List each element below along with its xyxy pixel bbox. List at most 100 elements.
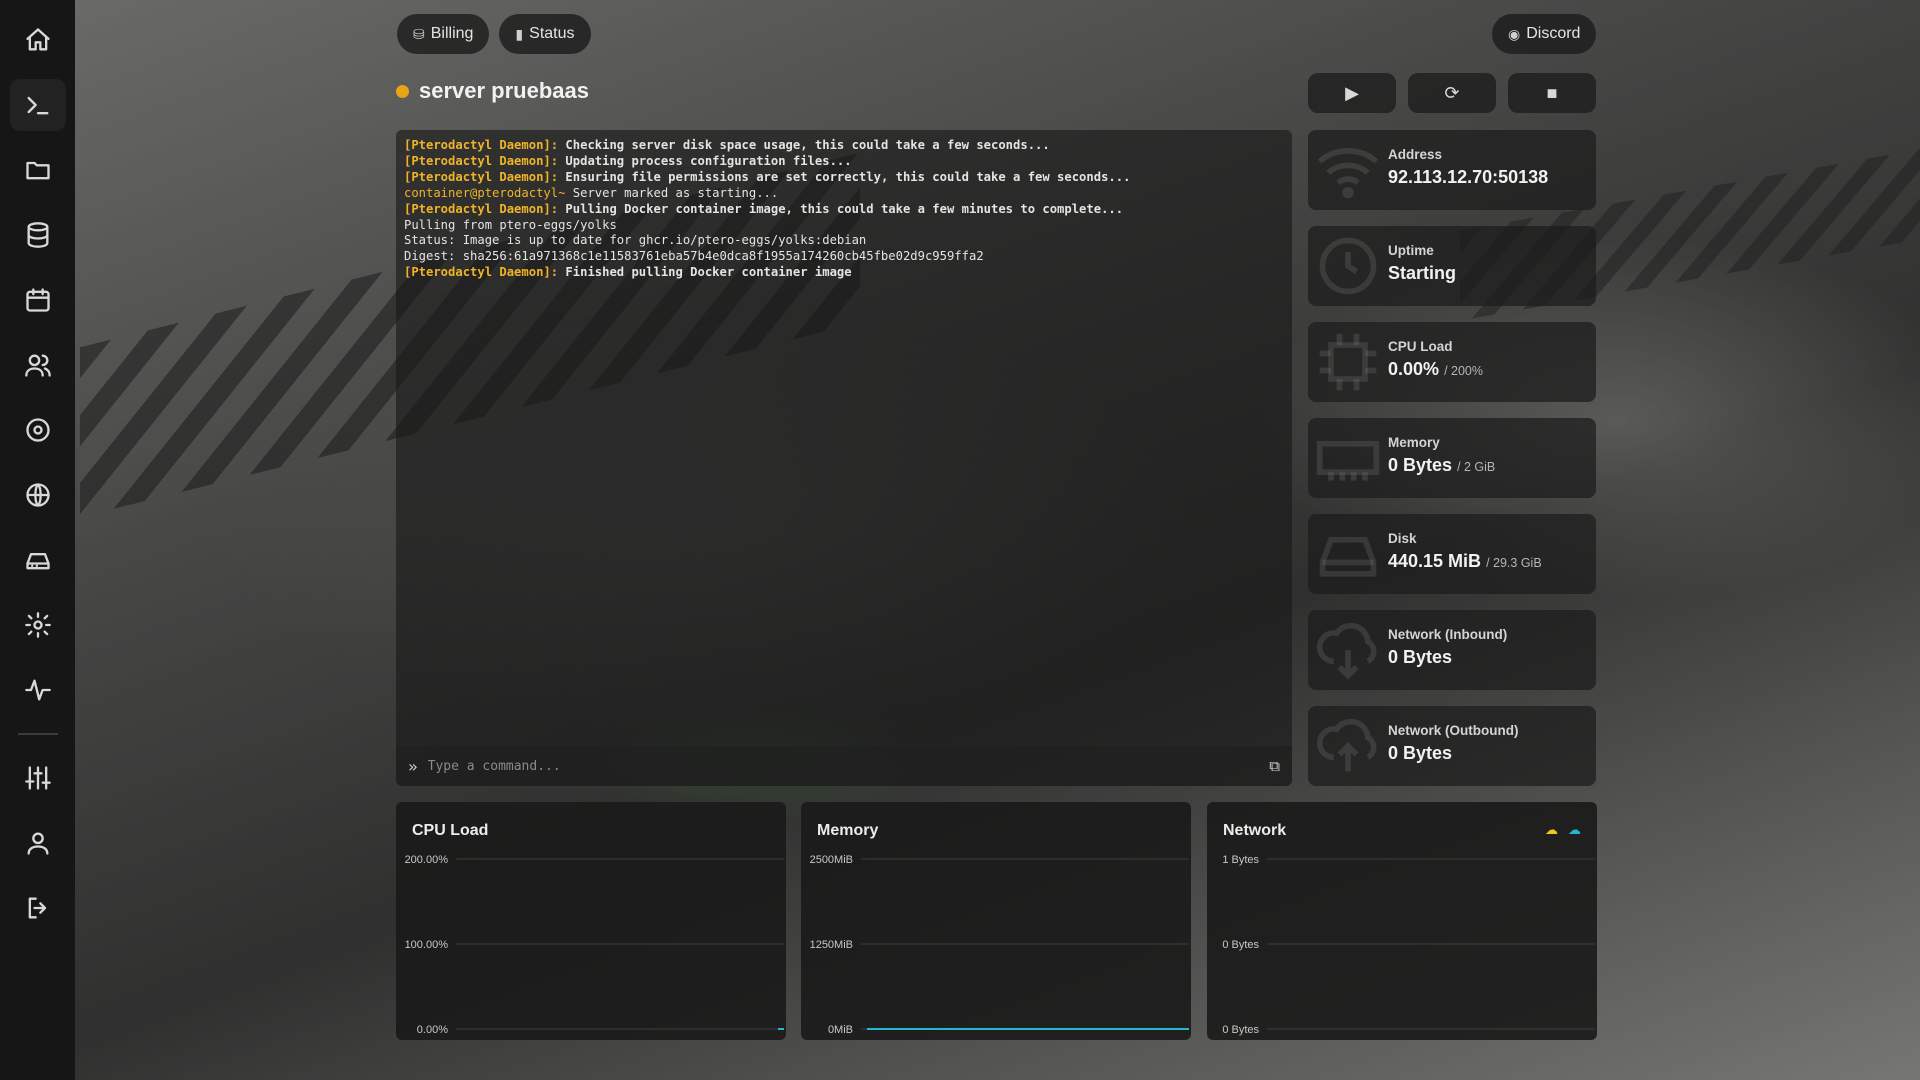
stats-panel: Address 92.113.12.70:50138 Uptime Starti… [1308, 130, 1596, 802]
discord-button[interactable]: ◉ Discord [1492, 14, 1597, 54]
restart-button[interactable]: ⟳ [1408, 73, 1496, 113]
terminal-icon [27, 96, 48, 115]
graph-title: CPU Load [412, 822, 489, 839]
stat-label: Memory [1388, 435, 1440, 450]
clock-icon [1319, 237, 1377, 295]
disk-value: 440.15 MiB [1388, 551, 1482, 571]
bar-chart-icon: ▮ [515, 25, 524, 42]
y-tick-label: 2500MiB [810, 854, 853, 866]
sidebar-item-settings[interactable] [10, 599, 66, 651]
stat-value: Starting [1388, 263, 1457, 283]
sidebar-divider [17, 733, 58, 735]
sidebar-item-databases[interactable] [10, 209, 66, 261]
console-line-prefix: [Pterodactyl Daemon]: [404, 153, 559, 168]
y-tick-label: 0MiB [828, 1024, 853, 1036]
wifi-icon [1317, 148, 1379, 199]
disk-limit: / 29.3 GiB [1486, 556, 1542, 570]
cloud-download-icon: ☁ [1545, 822, 1558, 837]
copy-icon[interactable]: ⧉ [1269, 757, 1280, 775]
folder-icon [25, 161, 50, 180]
console-line-prefix: [Pterodactyl Daemon]: [404, 138, 559, 152]
console-line: [Pterodactyl Daemon]: Finished pulling D… [404, 265, 1284, 281]
console-line: container@pterodactyl~ Server marked as … [404, 186, 1284, 202]
command-input[interactable] [427, 758, 1270, 774]
stat-card-cpu: CPU Load 0.00% / 200% [1308, 322, 1596, 402]
y-tick-label: 200.00% [405, 854, 449, 866]
sidebar-item-console[interactable] [9, 79, 66, 131]
stat-value: 0 Bytes [1388, 647, 1453, 667]
graph-title: Memory [817, 822, 879, 839]
stat-label: Disk [1388, 531, 1417, 546]
command-bar: » ⧉ [396, 746, 1292, 786]
top-nav: ⛁ Billing ▮ Status [397, 14, 591, 54]
stat-card-network-inbound: Network (Inbound) 0 Bytes [1308, 610, 1596, 690]
billing-button[interactable]: ⛁ Billing [397, 14, 490, 54]
stat-label: Network (Outbound) [1388, 723, 1519, 738]
cpu-limit: / 200% [1444, 364, 1483, 378]
play-icon: ▶ [1345, 82, 1359, 103]
stat-value[interactable]: 92.113.12.70:50138 [1388, 167, 1596, 188]
status-button[interactable]: ▮ Status [499, 14, 591, 54]
cpu-value: 0.00% [1388, 359, 1440, 379]
console-line-text: Finished pulling Docker container image [558, 265, 852, 280]
sidebar-item-logout[interactable] [10, 882, 66, 934]
stop-button[interactable]: ■ [1508, 73, 1596, 113]
database-icon [27, 222, 48, 248]
stat-value: 0 Bytes [1388, 743, 1453, 763]
sidebar-item-account[interactable] [10, 817, 66, 869]
calendar-icon [25, 288, 50, 312]
cloud-download-icon [1316, 622, 1377, 680]
console-line-text: Ensuring file permissions are set correc… [558, 169, 1131, 184]
discord-icon: ◉ [1508, 25, 1521, 42]
stat-value: 0 Bytes / 2 GiB [1388, 455, 1596, 476]
cloud-upload-icon: ☁ [1568, 822, 1581, 837]
y-tick-label: 100.00% [405, 939, 449, 951]
billing-label: Billing [430, 25, 474, 42]
memory-limit: / 2 GiB [1457, 460, 1496, 474]
stat-label: CPU Load [1388, 339, 1453, 354]
cloud-upload-icon [1316, 718, 1377, 772]
graph-title: Network [1223, 822, 1287, 839]
refresh-icon: ⟳ [1444, 82, 1460, 103]
home-icon [25, 28, 50, 51]
stat-label: Address [1388, 147, 1443, 162]
status-label: Status [529, 25, 575, 42]
network-legend: ☁ ☁ [1545, 822, 1581, 838]
console-output[interactable]: [Pterodactyl Daemon]: Checking server di… [396, 130, 1292, 746]
console-line: Digest: sha256:61a971368c1e11583761eba57… [404, 249, 1284, 265]
y-tick-label: 0.00% [417, 1024, 448, 1036]
stat-label: Uptime [1388, 243, 1434, 258]
console-line-text: Updating process configuration files... [558, 153, 852, 168]
status-indicator [396, 84, 409, 98]
sidebar-item-admin[interactable] [10, 752, 66, 804]
console-line-text: Status: Image is up to date for ghcr.io/… [404, 233, 867, 248]
server-header: server pruebaas [396, 78, 589, 104]
stat-card-uptime: Uptime Starting [1308, 226, 1596, 306]
activity-icon [24, 679, 51, 701]
sidebar-item-startup[interactable] [10, 534, 66, 586]
sliders-icon [24, 766, 51, 790]
console-line: [Pterodactyl Daemon]: Updating process c… [404, 154, 1284, 170]
sidebar-item-home[interactable] [10, 14, 66, 66]
stat-label: Network (Inbound) [1388, 627, 1508, 642]
sidebar-item-backups[interactable] [10, 404, 66, 456]
user-icon [27, 832, 48, 855]
stat-card-memory: Memory 0 Bytes / 2 GiB [1308, 418, 1596, 498]
sidebar-item-users[interactable] [10, 339, 66, 391]
cpu-graph: 200.00% 100.00% 0.00% CPU Load [396, 802, 786, 1040]
server-name: server pruebaas [419, 78, 589, 103]
y-tick-label: 0 Bytes [1222, 1024, 1259, 1036]
drive-icon [25, 553, 50, 570]
sidebar-item-files[interactable] [10, 144, 66, 196]
console-line-text: Server marked as starting... [565, 185, 779, 200]
discord-label: Discord [1526, 25, 1581, 42]
chevron-right-icon: » [408, 756, 418, 776]
sidebar-item-schedules[interactable] [10, 274, 66, 326]
sidebar-item-activity[interactable] [10, 664, 66, 716]
start-button[interactable]: ▶ [1308, 73, 1396, 113]
sidebar-item-network[interactable] [10, 469, 66, 521]
console-line: [Pterodactyl Daemon]: Checking server di… [404, 138, 1284, 154]
stat-value: 440.15 MiB / 29.3 GiB [1388, 551, 1596, 572]
console-line: [Pterodactyl Daemon]: Ensuring file perm… [404, 170, 1284, 186]
power-controls: ▶ ⟳ ■ [1308, 73, 1596, 113]
